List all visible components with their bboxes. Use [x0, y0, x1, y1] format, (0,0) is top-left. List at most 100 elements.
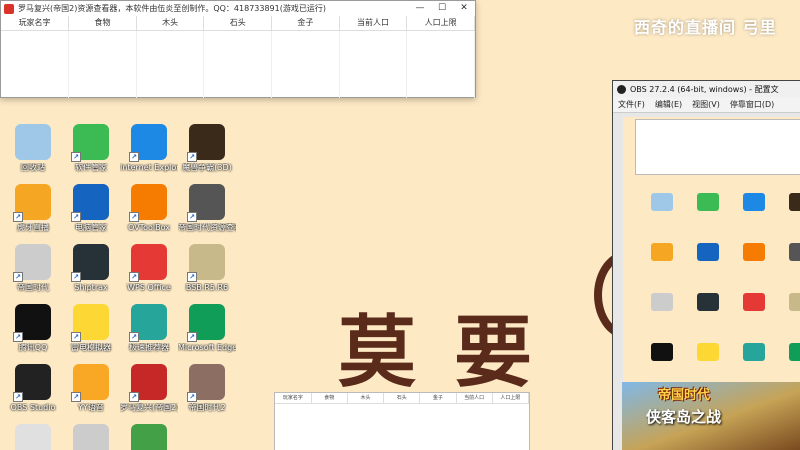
desktop-icon-label: WPS Office — [127, 283, 171, 292]
aoe2-icon: ↗ — [187, 364, 225, 402]
rome-viewer-icon: ↗ — [129, 364, 167, 402]
preview-shiptrax-icon — [697, 293, 719, 311]
shortcut-arrow-icon: ↗ — [129, 332, 139, 342]
menu-view[interactable]: 视图(V) — [687, 99, 725, 110]
shortcut-arrow-icon: ↗ — [187, 152, 197, 162]
desktop-icon-huya[interactable]: ↗ 虎牙直播 — [4, 184, 62, 233]
desktop-icon-label: 罗马复兴(帝国2)资源查看 — [120, 403, 178, 412]
resource-viewer-titlebar[interactable]: 罗马复兴(帝国2)资源查看器，本软件由伍炎至创制作。QQ：418733891(游… — [1, 1, 475, 16]
stream-watermark: 西奇的直播间 弓里 — [634, 18, 777, 37]
column-header[interactable]: 石头 — [203, 16, 273, 31]
preview-emulator-icon — [697, 343, 719, 361]
aoe-viewer-icon: ↗ — [187, 184, 225, 222]
column-header[interactable]: 食物 — [311, 393, 348, 404]
preview-aoe-viewer-icon — [789, 243, 800, 261]
shortcut-arrow-icon: ↗ — [13, 212, 23, 222]
desktop-icon-dragon2[interactable]: ↗ — [62, 424, 120, 450]
column-header[interactable]: 木头 — [347, 393, 385, 404]
pc-manager-icon: ↗ — [71, 184, 109, 222]
column-header[interactable]: 石头 — [383, 393, 421, 404]
desktop-icon-emulator[interactable]: ↗ 雷电模拟器 — [62, 304, 120, 353]
shortcut-arrow-icon: ↗ — [71, 152, 81, 162]
desktop-icon-shiptrax[interactable]: ↗ Shiptrax — [62, 244, 120, 293]
edge-icon: ↗ — [187, 304, 225, 342]
shortcut-arrow-icon: ↗ — [71, 332, 81, 342]
desktop-icon-qq[interactable]: ↗ 腾讯QQ — [4, 304, 62, 353]
desktop-icon-recycle-bin[interactable]: 回收站 — [4, 124, 62, 173]
menu-docks[interactable]: 停靠窗口(D) — [725, 99, 779, 110]
desktop-icon-label: 腾讯QQ — [18, 343, 48, 352]
app-icon — [4, 3, 14, 14]
preview-software-manager-icon — [697, 193, 719, 211]
dragon-icon: ↗ — [13, 244, 51, 282]
desktop-icon-ovtoolbox[interactable]: ↗ OVToolBox — [120, 184, 178, 233]
resource-table-mini: 玩家名字 食物 木头 石头 金子 当前人口 人口上限 — [275, 393, 530, 404]
preview-warcraft-icon — [789, 193, 800, 211]
menu-edit[interactable]: 编辑(E) — [650, 99, 687, 110]
desktop-icon-aoe-viewer[interactable]: ↗ 帝国时代资源查看 — [178, 184, 236, 233]
desktop-icon-label: 回收站 — [21, 163, 45, 172]
desktop-icon-label: 虎牙直播 — [17, 223, 49, 232]
desktop-icon-label: YY语音 — [78, 403, 104, 412]
maximize-button[interactable]: ☐ — [431, 1, 453, 16]
game-ad-banner[interactable]: 帝国时代 侠客岛之战 — [622, 382, 800, 450]
desktop-icon-bear[interactable]: ↗ — [4, 424, 62, 450]
column-header[interactable]: 人口上限 — [492, 393, 530, 404]
desktop-icon-label: OVToolBox — [127, 223, 171, 232]
desktop-icon-label: 魔兽争霸(3D) — [182, 163, 232, 172]
ie-icon: ↗ — [129, 124, 167, 162]
column-header[interactable]: 食物 — [68, 16, 137, 31]
column-header[interactable]: 金子 — [419, 393, 457, 404]
obs-titlebar[interactable]: OBS 27.2.4 (64-bit, windows) - 配置文 — [613, 81, 800, 97]
preview-ovtoolbox-icon — [743, 243, 765, 261]
shortcut-arrow-icon: ↗ — [71, 212, 81, 222]
desktop-icon-rome-viewer[interactable]: ↗罗马复兴(帝国2)资源查看 — [120, 364, 178, 413]
desktop-icon-pc-manager[interactable]: ↗ 电脑管家 — [62, 184, 120, 233]
software-manager-icon: ↗ — [71, 124, 109, 162]
desktop-icon-recommender[interactable]: ↗ 极速推荐器 — [120, 304, 178, 353]
preview-huya-icon — [651, 243, 673, 261]
preview-pc-manager-icon — [697, 243, 719, 261]
shortcut-arrow-icon: ↗ — [13, 272, 23, 282]
desktop-icon-edge[interactable]: ↗ Microsoft Edge — [178, 304, 236, 353]
qq-icon: ↗ — [13, 304, 51, 342]
shortcut-arrow-icon: ↗ — [13, 392, 23, 402]
column-header[interactable]: 当前人口 — [339, 16, 408, 31]
desktop-icon-software-manager[interactable]: ↗ 软件管家 — [62, 124, 120, 173]
desktop-icon-wps[interactable]: ↗ WPS Office — [120, 244, 178, 293]
menu-file[interactable]: 文件(F) — [613, 99, 650, 110]
desktop-icon-obs[interactable]: ↗ OBS Studio — [4, 364, 62, 413]
shortcut-arrow-icon: ↗ — [129, 392, 139, 402]
minimize-button[interactable]: — — [409, 1, 431, 16]
desktop-icon-ie[interactable]: ↗Internet Explorer — [120, 124, 178, 173]
wallpaper-calligraphy: 莫要 — [338, 307, 571, 398]
desktop-icon-dragon[interactable]: ↗ 帝国时代 — [4, 244, 62, 293]
desktop-icon-bsb[interactable]: ↗ BSB.R5.R6 — [178, 244, 236, 293]
preview-bsb-icon — [789, 293, 800, 311]
column-header[interactable]: 人口上限 — [406, 16, 475, 31]
resource-viewer-window[interactable]: 罗马复兴(帝国2)资源查看器，本软件由伍炎至创制作。QQ：418733891(游… — [0, 0, 476, 98]
column-header[interactable]: 金子 — [271, 16, 340, 31]
bsb-icon: ↗ — [187, 244, 225, 282]
desktop-icon-aoe2[interactable]: ↗ 帝国时代2 — [178, 364, 236, 413]
column-header[interactable]: 当前人口 — [456, 393, 493, 404]
emulator-icon: ↗ — [71, 304, 109, 342]
close-button[interactable]: ✕ — [453, 1, 475, 16]
shortcut-arrow-icon: ↗ — [187, 212, 197, 222]
desktop-icon-e-browser[interactable]: ↗ — [120, 424, 178, 450]
preview-dragon-icon — [651, 293, 673, 311]
column-header[interactable]: 玩家名字 — [1, 16, 70, 31]
desktop-icon-label: OBS Studio — [10, 403, 56, 412]
resource-viewer-mini-window[interactable]: 玩家名字 食物 木头 石头 金子 当前人口 人口上限 — [274, 392, 530, 450]
shortcut-arrow-icon: ↗ — [129, 152, 139, 162]
desktop-icon-yy[interactable]: ↗ YY语音 — [62, 364, 120, 413]
obs-icon — [617, 84, 626, 94]
column-header[interactable]: 玩家名字 — [275, 393, 312, 404]
column-header[interactable]: 木头 — [136, 16, 205, 31]
desktop-icon-label: 极速推荐器 — [129, 343, 169, 352]
obs-icon: ↗ — [13, 364, 51, 402]
desktop-icon-label: BSB.R5.R6 — [185, 283, 229, 292]
desktop-icon-label: 帝国时代 — [17, 283, 49, 292]
desktop-icon-warcraft[interactable]: ↗ 魔兽争霸(3D) — [178, 124, 236, 173]
game-ad-subtitle: 侠客岛之战 — [646, 408, 722, 426]
